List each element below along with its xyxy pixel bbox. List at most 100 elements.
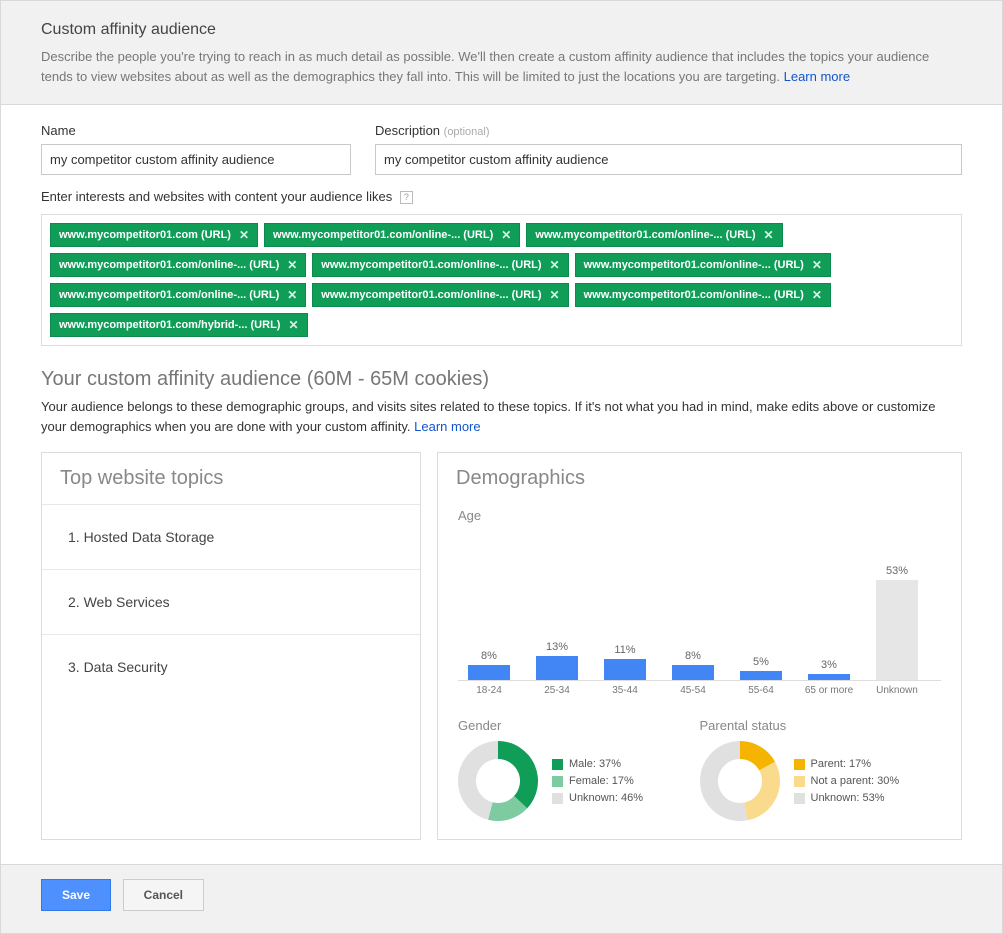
parental-label: Parental status: [700, 718, 942, 733]
page-description: Describe the people you're trying to rea…: [41, 47, 962, 86]
demographics-panel: Demographics Age 8%13%11%8%5%3%53% 18-24…: [437, 452, 962, 840]
legend-row: Not a parent: 30%: [794, 775, 900, 787]
close-icon[interactable]: ✕: [812, 259, 822, 271]
topic-item: 2. Web Services: [42, 569, 420, 634]
audience-heading: Your custom affinity audience (60M - 65M…: [41, 368, 962, 391]
bar-value: 3%: [821, 659, 837, 671]
legend-swatch: [794, 793, 805, 804]
age-bar-labels: 18-2425-3435-4445-5455-6465 or moreUnkno…: [458, 681, 941, 696]
parental-donut-chart: [700, 741, 780, 821]
bar-value: 53%: [886, 565, 908, 577]
footer: Save Cancel: [1, 864, 1002, 933]
legend-row: Male: 37%: [552, 758, 643, 770]
close-icon[interactable]: ✕: [287, 259, 297, 271]
legend-row: Unknown: 53%: [794, 792, 900, 804]
page-title: Custom affinity audience: [41, 21, 962, 39]
chip-label: www.mycompetitor01.com/online-... (URL): [584, 289, 804, 301]
bar-column: 3%: [800, 659, 858, 680]
chip-label: www.mycompetitor01.com/online-... (URL): [273, 229, 493, 241]
bar-column: 8%: [664, 650, 722, 680]
legend-label: Male: 37%: [569, 758, 621, 770]
bar-category-label: 65 or more: [800, 685, 858, 696]
bar: [876, 580, 918, 680]
bar: [468, 665, 510, 680]
legend-swatch: [794, 759, 805, 770]
interest-chip[interactable]: www.mycompetitor01.com/online-... (URL) ✕: [575, 253, 831, 277]
topic-item: 1. Hosted Data Storage: [42, 504, 420, 569]
optional-hint: (optional): [444, 126, 490, 138]
name-label: Name: [41, 123, 351, 138]
learn-more-link[interactable]: Learn more: [784, 69, 850, 84]
interest-chip[interactable]: www.mycompetitor01.com/online-... (URL) ✕: [575, 283, 831, 307]
bar: [672, 665, 714, 680]
chip-label: www.mycompetitor01.com/online-... (URL): [321, 289, 541, 301]
chip-label: www.mycompetitor01.com/online-... (URL): [584, 259, 804, 271]
legend-swatch: [552, 759, 563, 770]
description-label-text: Description: [375, 123, 440, 138]
name-input[interactable]: [41, 144, 351, 175]
bar-value: 13%: [546, 641, 568, 653]
legend-swatch: [794, 776, 805, 787]
description-input[interactable]: [375, 144, 962, 175]
interests-label: Enter interests and websites with conten…: [41, 189, 962, 204]
help-icon[interactable]: ?: [400, 191, 413, 204]
bar-category-label: 55-64: [732, 685, 790, 696]
legend-swatch: [552, 776, 563, 787]
interest-chip[interactable]: www.mycompetitor01.com/online-... (URL) ✕: [312, 253, 568, 277]
topic-item: 3. Data Security: [42, 634, 420, 699]
topics-list: 1. Hosted Data Storage2. Web Services3. …: [42, 504, 420, 699]
interest-chip[interactable]: www.mycompetitor01.com (URL) ✕: [50, 223, 258, 247]
chip-label: www.mycompetitor01.com/online-... (URL): [535, 229, 755, 241]
close-icon[interactable]: ✕: [812, 289, 822, 301]
parental-legend: Parent: 17% Not a parent: 30% Unknown: 53%: [794, 753, 900, 809]
age-label: Age: [458, 508, 941, 523]
audience-subtext-text: Your audience belongs to these demograph…: [41, 399, 935, 434]
bar: [740, 671, 782, 680]
chip-label: www.mycompetitor01.com/hybrid-... (URL): [59, 319, 280, 331]
interest-chip[interactable]: www.mycompetitor01.com/online-... (URL) ✕: [526, 223, 782, 247]
description-label: Description (optional): [375, 123, 962, 138]
main: Name Description (optional) Enter intere…: [1, 105, 1002, 864]
legend-row: Parent: 17%: [794, 758, 900, 770]
interest-chip[interactable]: www.mycompetitor01.com/online-... (URL) ✕: [264, 223, 520, 247]
bar: [536, 656, 578, 681]
interest-chip[interactable]: www.mycompetitor01.com/online-... (URL)✕: [50, 283, 306, 307]
interests-label-text: Enter interests and websites with conten…: [41, 189, 392, 204]
bar-column: 13%: [528, 641, 586, 681]
chip-label: www.mycompetitor01.com/online-... (URL): [321, 259, 541, 271]
interests-chip-box[interactable]: www.mycompetitor01.com (URL)✕www.mycompe…: [41, 214, 962, 346]
header: Custom affinity audience Describe the pe…: [1, 1, 1002, 105]
gender-donut-chart: [458, 741, 538, 821]
close-icon[interactable]: ✕: [239, 229, 249, 241]
cancel-button[interactable]: Cancel: [123, 879, 204, 911]
interest-chip[interactable]: www.mycompetitor01.com/online-... (URL) ✕: [312, 283, 568, 307]
parental-block: Parental status Parent: 17% Not a parent:…: [700, 714, 942, 821]
gender-label: Gender: [458, 718, 700, 733]
close-icon[interactable]: ✕: [764, 229, 774, 241]
close-icon[interactable]: ✕: [550, 259, 560, 271]
close-icon[interactable]: ✕: [501, 229, 511, 241]
legend-label: Unknown: 53%: [811, 792, 885, 804]
legend-label: Not a parent: 30%: [811, 775, 900, 787]
bar-column: 8%: [460, 650, 518, 680]
legend-label: Parent: 17%: [811, 758, 872, 770]
bar-category-label: 45-54: [664, 685, 722, 696]
close-icon[interactable]: ✕: [287, 289, 297, 301]
close-icon[interactable]: ✕: [550, 289, 560, 301]
save-button[interactable]: Save: [41, 879, 111, 911]
legend-row: Female: 17%: [552, 775, 643, 787]
age-bar-chart: 8%13%11%8%5%3%53%: [458, 541, 941, 681]
interest-chip[interactable]: www.mycompetitor01.com/hybrid-... (URL) ✕: [50, 313, 308, 337]
demographics-title: Demographics: [438, 453, 961, 504]
audience-learn-more-link[interactable]: Learn more: [414, 419, 480, 434]
bar-value: 8%: [481, 650, 497, 662]
interest-chip[interactable]: www.mycompetitor01.com/online-... (URL) ✕: [50, 253, 306, 277]
topics-panel: Top website topics 1. Hosted Data Storag…: [41, 452, 421, 840]
chip-label: www.mycompetitor01.com/online-... (URL): [59, 259, 279, 271]
close-icon[interactable]: ✕: [288, 319, 298, 331]
legend-label: Female: 17%: [569, 775, 634, 787]
bar: [808, 674, 850, 680]
bar-value: 11%: [614, 644, 635, 656]
legend-label: Unknown: 46%: [569, 792, 643, 804]
chip-label: www.mycompetitor01.com (URL): [59, 229, 231, 241]
